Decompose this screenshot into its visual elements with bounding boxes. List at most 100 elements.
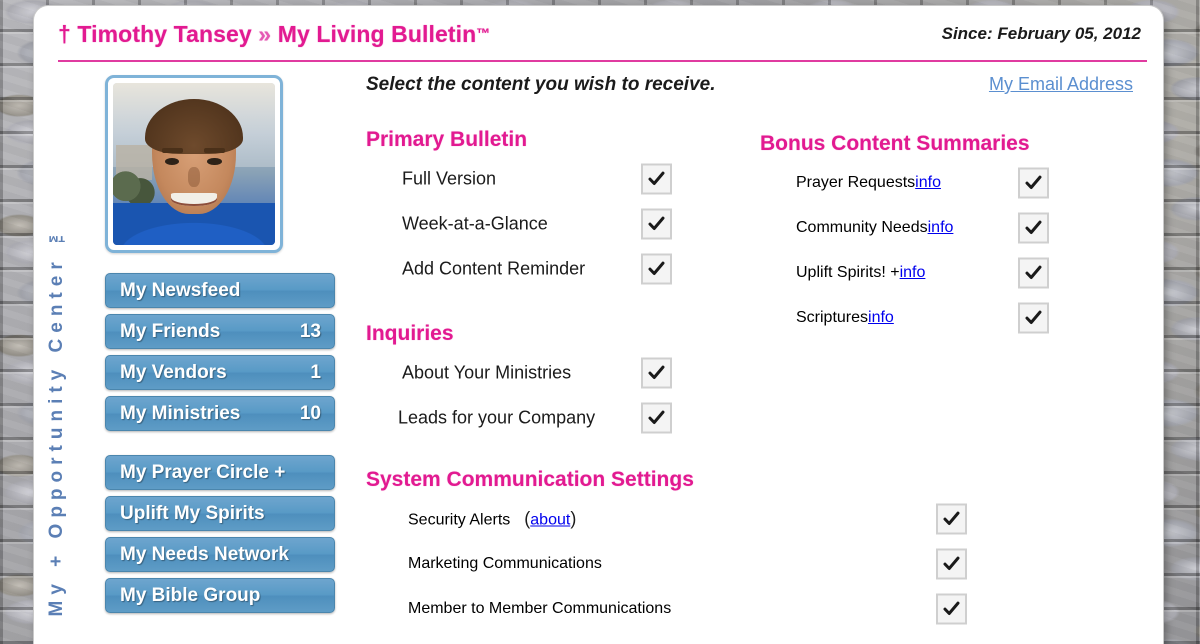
option-label: Community Needs [796, 218, 928, 236]
option-label: Scriptures [796, 308, 869, 326]
info-link[interactable]: info [900, 264, 926, 282]
checkbox-add-content-reminder[interactable] [641, 253, 672, 284]
info-link[interactable]: info [868, 309, 894, 327]
option-row-about-your-ministries: About Your Ministries [366, 350, 760, 395]
inquiries-heading: Inquiries [366, 322, 454, 345]
info-link[interactable]: info [928, 219, 954, 237]
avatar-image [113, 83, 275, 245]
sidebar-item-my-vendors[interactable]: My Vendors 1 [105, 355, 335, 390]
sidebar-item-label: Uplift My Spirits [120, 502, 265, 524]
option-row-community-needs: Community Needs info [760, 205, 1153, 250]
checkbox-security-alerts[interactable] [936, 503, 967, 534]
option-label-wrap: Uplift Spirits! + info [796, 264, 925, 282]
option-label: Security Alerts [408, 511, 511, 528]
trademark-symbol: ™ [476, 24, 491, 41]
sidebar-item-label: My Vendors [120, 361, 227, 383]
checkbox-marketing-communications[interactable] [936, 548, 967, 579]
page-body: My + Opportunity Center ™ My Newsfeed My… [34, 62, 1163, 644]
vertical-brand-label: My + Opportunity Center ™ [45, 217, 67, 617]
option-label-wrap: Community Needs info [796, 219, 953, 237]
page-title: † Timothy Tansey » My Living Bulletin™ [58, 21, 490, 48]
since-date: Since: February 05, 2012 [941, 24, 1141, 43]
primary-nav-group: My Newsfeed My Friends 13 My Vendors 1 M… [105, 273, 360, 431]
option-row-week-at-a-glance: Week-at-a-Glance [366, 201, 760, 246]
sidebar-item-my-needs-network[interactable]: My Needs Network [105, 537, 335, 572]
option-row-scriptures: Scriptures info [760, 295, 1153, 340]
system-communication-heading: System Communication Settings [366, 468, 694, 491]
photo-smile [171, 193, 217, 207]
option-row-member-to-member-communications: Member to Member Communications [360, 586, 1153, 631]
checkbox-community-needs[interactable] [1018, 212, 1049, 243]
checkbox-scriptures[interactable] [1018, 302, 1049, 333]
option-label-wrap: Member to Member Communications [408, 600, 671, 618]
sidebar-item-my-prayer-circle[interactable]: My Prayer Circle + [105, 455, 335, 490]
page-header: † Timothy Tansey » My Living Bulletin™ S… [34, 6, 1163, 62]
checkbox-full-version[interactable] [641, 163, 672, 194]
option-label-wrap: Security Alerts ( about ) [408, 508, 576, 529]
settings-right-column: Bonus Content Summaries Prayer Requests … [760, 96, 1153, 440]
option-label-wrap: Scriptures info [796, 309, 894, 327]
sidebar-item-label: My Bible Group [120, 584, 261, 606]
product-name: My Living Bulletin [277, 20, 477, 47]
checkbox-about-your-ministries[interactable] [641, 357, 672, 388]
info-link[interactable]: info [915, 174, 941, 192]
sidebar-item-uplift-my-spirits[interactable]: Uplift My Spirits [105, 496, 335, 531]
sidebar-item-count: 10 [299, 402, 321, 424]
my-email-address-link[interactable]: My Email Address [989, 74, 1133, 95]
bonus-content-heading: Bonus Content Summaries [760, 132, 1030, 155]
checkbox-member-to-member-communications[interactable] [936, 593, 967, 624]
option-row-full-version: Full Version [366, 156, 760, 201]
option-label: Prayer Requests [796, 173, 916, 191]
sidebar-item-my-bible-group[interactable]: My Bible Group [105, 578, 335, 613]
system-communication-section: System Communication Settings Security A… [360, 468, 1153, 631]
option-label-wrap: Prayer Requests info [796, 174, 941, 192]
cross-icon: † [58, 20, 71, 47]
option-label-wrap: Marketing Communications [408, 555, 602, 573]
vertical-brand: My + Opportunity Center ™ [34, 74, 78, 644]
user-name: Timothy Tansey [77, 20, 252, 47]
photo-trees [113, 160, 156, 203]
option-label: About Your Ministries [402, 362, 572, 382]
checkbox-prayer-requests[interactable] [1018, 167, 1049, 198]
sidebar-item-my-friends[interactable]: My Friends 13 [105, 314, 335, 349]
page-card: † Timothy Tansey » My Living Bulletin™ S… [34, 6, 1163, 644]
checkbox-leads-for-your-company[interactable] [641, 402, 672, 433]
photo-eye-left [164, 157, 180, 165]
option-label: Add Content Reminder [402, 258, 586, 278]
option-label: Week-at-a-Glance [402, 213, 548, 233]
primary-bulletin-heading: Primary Bulletin [366, 128, 528, 151]
option-row-security-alerts: Security Alerts ( about ) [360, 496, 1153, 541]
breadcrumb-separator-icon: » [258, 20, 272, 47]
settings-left-column: Primary Bulletin Full Version Week-at-a-… [360, 96, 760, 440]
secondary-nav-group: My Prayer Circle + Uplift My Spirits My … [105, 455, 360, 613]
sidebar-item-label: My Ministries [120, 402, 241, 424]
option-label: Uplift Spirits! + [796, 263, 900, 281]
sidebar-item-my-newsfeed[interactable]: My Newsfeed [105, 273, 335, 308]
option-row-prayer-requests: Prayer Requests info [760, 160, 1153, 205]
sidebar-item-label: My Prayer Circle + [120, 461, 286, 483]
sidebar-item-label: My Friends [120, 320, 221, 342]
option-row-marketing-communications: Marketing Communications [360, 541, 1153, 586]
sidebar-item-label: My Newsfeed [120, 279, 241, 301]
instruction-text: Select the content you wish to receive. [366, 74, 716, 95]
main-top-bar: Select the content you wish to receive. … [360, 74, 1153, 96]
checkbox-week-at-a-glance[interactable] [641, 208, 672, 239]
about-link[interactable]: about [530, 511, 570, 529]
option-label: Leads for your Company [398, 407, 596, 427]
checkbox-uplift-spirits[interactable] [1018, 257, 1049, 288]
avatar[interactable] [105, 75, 283, 253]
option-row-uplift-spirits: Uplift Spirits! + info [760, 250, 1153, 295]
photo-brow-right [203, 147, 225, 154]
option-label: Marketing Communications [408, 554, 602, 572]
photo-nose [187, 167, 201, 187]
sidebar-item-label: My Needs Network [120, 543, 289, 565]
option-row-add-content-reminder: Add Content Reminder [366, 246, 760, 291]
sidebar-item-count: 13 [299, 320, 321, 342]
option-label: Member to Member Communications [408, 599, 672, 617]
sidebar-item-count: 1 [310, 361, 321, 383]
photo-brow-left [161, 147, 183, 154]
option-label: Full Version [402, 168, 497, 188]
sidebar-item-my-ministries[interactable]: My Ministries 10 [105, 396, 335, 431]
sidebar: My Newsfeed My Friends 13 My Vendors 1 M… [78, 74, 360, 644]
photo-eye-right [206, 157, 222, 165]
